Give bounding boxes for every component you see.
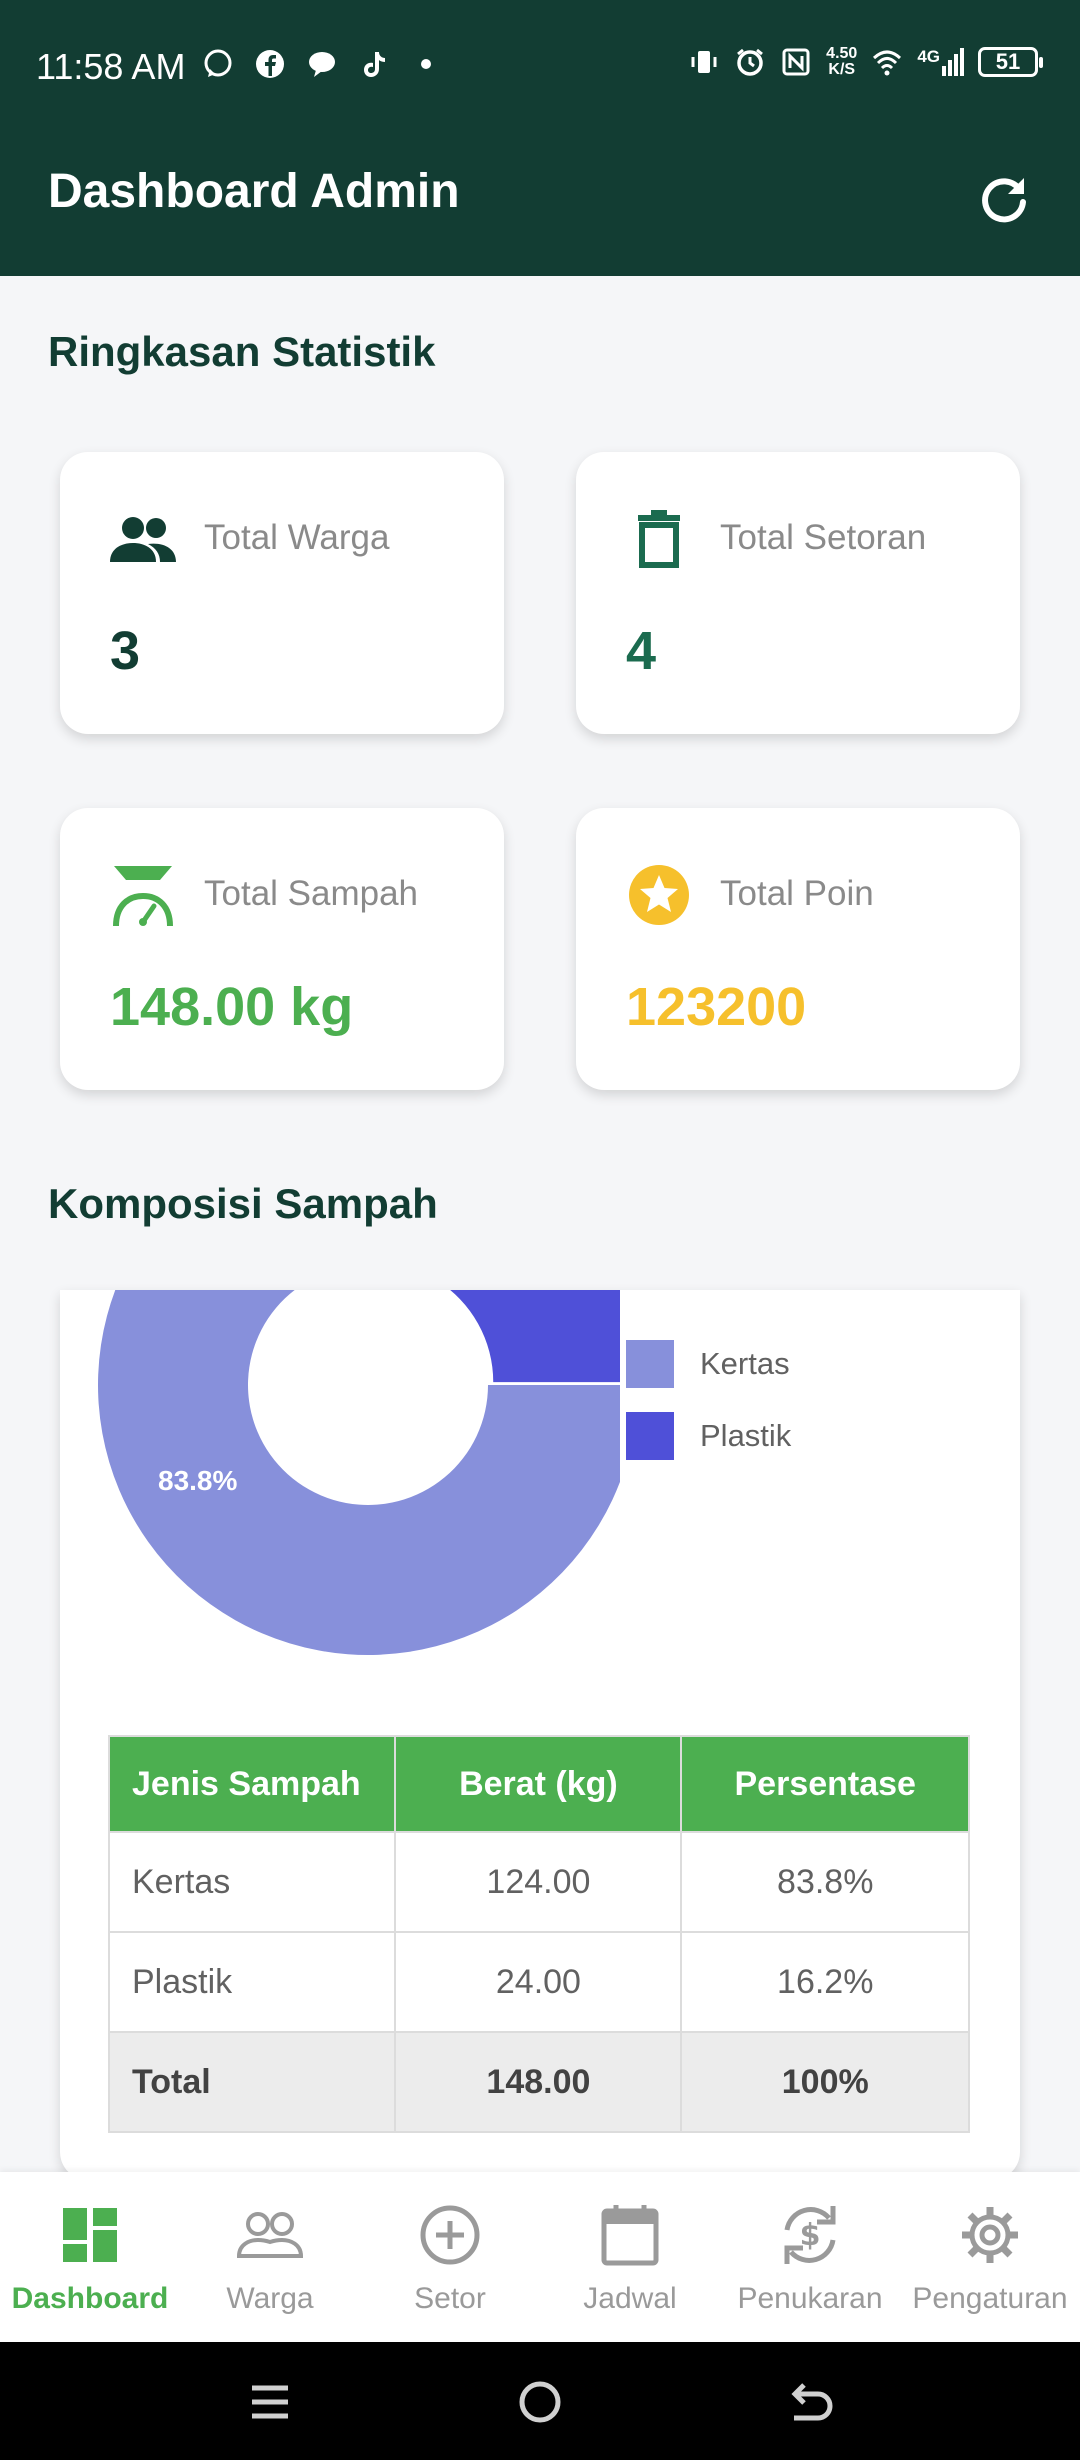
settings-icon <box>955 2200 1025 2270</box>
nav-label: Penukaran <box>737 2282 883 2315</box>
dashboard-icon <box>55 2200 125 2270</box>
card-label: Total Poin <box>720 874 874 913</box>
battery-indicator: 51 <box>978 47 1043 77</box>
recent-apps-button[interactable] <box>240 2372 300 2432</box>
page-title: Dashboard Admin <box>48 165 460 218</box>
card-label: Total Setoran <box>720 518 927 557</box>
table-total-row: Total 148.00 100% <box>107 2031 970 2133</box>
net-speed-unit: K/S <box>828 61 856 78</box>
facebook-icon <box>256 50 284 78</box>
tiktok-icon <box>364 52 385 77</box>
legend-swatch <box>626 1340 674 1388</box>
nav-label: Dashboard <box>11 2282 169 2315</box>
legend-label: Plastik <box>700 1418 792 1453</box>
refresh-icon <box>982 178 1026 223</box>
nav-item-jadwal[interactable]: Jadwal <box>540 2172 720 2342</box>
card-total-warga: Total Warga 3 <box>60 452 504 734</box>
table-cell: 83.8% <box>680 1831 970 1933</box>
nav-item-warga[interactable]: Warga <box>180 2172 360 2342</box>
card-label: Total Warga <box>204 518 390 557</box>
nfc-icon <box>782 48 810 76</box>
calendar-icon <box>595 2200 665 2270</box>
alarm-icon <box>737 48 764 76</box>
app-bar: Dashboard Admin <box>0 130 1080 276</box>
back-icon <box>791 2383 833 2421</box>
people-icon <box>108 504 178 574</box>
nav-label: Pengaturan <box>912 2282 1068 2315</box>
table-row: Plastik 24.00 16.2% <box>107 1931 970 2033</box>
trash-icon <box>624 504 694 574</box>
table-cell: 124.00 <box>394 1831 683 1933</box>
nav-item-setor[interactable]: Setor <box>360 2172 540 2342</box>
table-header-row: Jenis Sampah Berat (kg) Persentase <box>107 1735 970 1833</box>
status-time: 11:58 AM <box>36 46 186 87</box>
nav-item-dashboard[interactable]: Dashboard <box>0 2172 180 2342</box>
card-total-poin: Total Poin 123200 <box>576 808 1020 1090</box>
chat-bubble-icon <box>309 52 335 77</box>
card-value: 4 <box>626 621 657 681</box>
donut-label-plastik: 16.2% <box>342 1290 421 1306</box>
legend-item-plastik: Plastik <box>626 1400 791 1472</box>
dot-icon <box>421 59 431 69</box>
table-cell: 148.00 <box>394 2031 683 2133</box>
star-icon <box>624 860 694 930</box>
donut-slice-plastik <box>450 1290 620 1383</box>
home-button[interactable] <box>510 2372 570 2432</box>
refresh-button[interactable] <box>964 160 1044 240</box>
net-speed-value: 4.50 <box>826 45 858 62</box>
card-total-setoran: Total Setoran 4 <box>576 452 1020 734</box>
nav-item-penukaran[interactable]: $ Penukaran <box>720 2172 900 2342</box>
network-type: 4G <box>917 47 940 66</box>
legend-item-kertas: Kertas <box>626 1328 791 1400</box>
home-circle-icon <box>519 2381 561 2423</box>
notification-icons <box>202 48 442 80</box>
table-cell: 16.2% <box>680 1931 970 2033</box>
column-header: Berat (kg) <box>394 1735 683 1833</box>
group-icon <box>235 2200 305 2270</box>
card-label: Total Sampah <box>204 874 419 913</box>
whatsapp-icon <box>204 49 232 77</box>
card-value: 148.00 kg <box>110 977 354 1037</box>
nav-label: Jadwal <box>583 2282 677 2315</box>
svg-text:$: $ <box>800 2218 821 2253</box>
bottom-navigation: Dashboard Warga Setor Jadwal $ Penukaran <box>0 2172 1080 2342</box>
currency-exchange-icon: $ <box>775 2200 845 2270</box>
composition-table: Jenis Sampah Berat (kg) Persentase Kerta… <box>107 1735 970 2133</box>
system-navigation-bar <box>0 2342 1080 2460</box>
donut-chart: 16.2% 83.8% <box>98 1290 620 1655</box>
back-button[interactable] <box>780 2372 840 2432</box>
card-value: 3 <box>110 621 141 681</box>
legend-swatch <box>626 1412 674 1460</box>
column-header: Jenis Sampah <box>107 1735 397 1833</box>
donut-label-kertas: 83.8% <box>158 1465 237 1496</box>
table-cell: Total <box>107 2031 397 2133</box>
vibrate-icon <box>691 51 717 73</box>
net-speed: 4.50 K/S <box>826 46 857 78</box>
legend-label: Kertas <box>700 1346 790 1381</box>
table-cell: 100% <box>680 2031 970 2133</box>
nav-item-pengaturan[interactable]: Pengaturan <box>900 2172 1080 2342</box>
menu-icon <box>252 2385 288 2419</box>
card-value: 123200 <box>626 977 807 1037</box>
card-total-sampah: Total Sampah 148.00 kg <box>60 808 504 1090</box>
signal-icon: 4G <box>917 48 964 76</box>
chart-legend: Kertas Plastik <box>626 1328 791 1472</box>
screen: 11:58 AM 4.50 K/S 4G 51 Dashboard Admin … <box>0 0 1080 2460</box>
table-row: Kertas 124.00 83.8% <box>107 1831 970 1933</box>
wifi-icon <box>873 50 902 76</box>
table-cell: Plastik <box>107 1931 397 2033</box>
system-icons: 4.50 K/S 4G 51 <box>688 46 1043 78</box>
summary-title: Ringkasan Statistik <box>48 328 436 375</box>
nav-label: Warga <box>226 2282 314 2315</box>
add-circle-icon <box>415 2200 485 2270</box>
column-header: Persentase <box>680 1735 970 1833</box>
nav-label: Setor <box>414 2282 486 2315</box>
composition-card: 16.2% 83.8% Kertas Plastik Jenis Sampah B… <box>60 1290 1020 2180</box>
composition-title: Komposisi Sampah <box>48 1180 438 1227</box>
table-cell: Kertas <box>107 1831 397 1933</box>
status-bar: 11:58 AM 4.50 K/S 4G 51 <box>0 0 1080 130</box>
scale-icon <box>108 860 178 930</box>
table-cell: 24.00 <box>394 1931 683 2033</box>
